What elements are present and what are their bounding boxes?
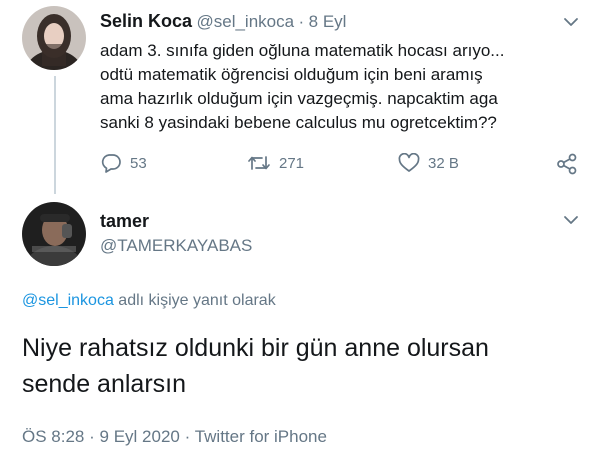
quoted-more-caret[interactable] (563, 14, 579, 30)
reply-action[interactable]: 53 (100, 153, 147, 173)
quoted-tweet-header: Selin Koca @sel_inkoca · 8 Eyl (100, 11, 346, 32)
reply-text-line: sende anlarsın (22, 370, 187, 398)
reply-tweet-text: Niye rahatsız oldunki bir gün anne olurs… (22, 330, 489, 402)
reply-more-caret[interactable] (563, 212, 579, 228)
reply-text-line: Niye rahatsız oldunki bir gün anne olurs… (22, 334, 489, 362)
heart-icon (398, 153, 420, 172)
avatar-image (22, 6, 86, 70)
retweet-action[interactable]: 271 (247, 153, 304, 173)
replying-to: @sel_inkoca adlı kişiye yanıt olarak (22, 292, 276, 310)
reply-handle[interactable]: @TAMERKAYABAS (100, 236, 252, 256)
share-action[interactable] (556, 153, 578, 180)
header-separator: · (298, 12, 305, 31)
reply-display-name[interactable]: tamer (100, 211, 149, 232)
thread-line (54, 76, 56, 194)
quoted-date[interactable]: 8 Eyl (309, 12, 347, 31)
reply-to-suffix: adlı kişiye yanıt olarak (118, 292, 276, 309)
quoted-tweet-text: adam 3. sınıfa giden oğluna matematik ho… (100, 39, 504, 135)
avatar-selin[interactable] (22, 6, 86, 70)
share-icon (557, 153, 577, 175)
chevron-down-icon (564, 18, 578, 26)
quoted-display-name[interactable]: Selin Koca (100, 11, 192, 31)
quoted-text-line: adam 3. sınıfa giden oğluna matematik ho… (100, 41, 505, 60)
tweet-source[interactable]: Twitter for iPhone (195, 427, 327, 446)
tweet-date[interactable]: 9 Eyl 2020 (100, 427, 180, 446)
chevron-down-icon (564, 216, 578, 224)
reply-count: 53 (130, 154, 147, 172)
like-count: 32 B (428, 154, 459, 172)
quoted-handle[interactable]: @sel_inkoca (196, 12, 294, 31)
avatar-tamer[interactable] (22, 202, 86, 266)
tweet-metadata: ÖS 8:28 · 9 Eyl 2020 · Twitter for iPhon… (22, 427, 327, 447)
quoted-text-line: ama hazırlık olduğum için vazgeçmiş. nap… (100, 89, 498, 108)
reply-bubble-icon (101, 154, 121, 173)
retweet-count: 271 (279, 154, 305, 172)
meta-separator: · (184, 427, 191, 446)
tweet-time[interactable]: ÖS 8:28 (22, 427, 84, 446)
quoted-text-line: odtü matematik öğrencisi olduğum için be… (100, 65, 483, 84)
like-action[interactable]: 32 B (398, 153, 459, 173)
meta-separator: · (89, 427, 95, 446)
reply-to-handle-link[interactable]: @sel_inkoca (22, 292, 114, 309)
avatar-image (22, 202, 86, 266)
quoted-text-line: sanki 8 yasindaki bebene calculus mu ogr… (100, 113, 497, 132)
retweet-icon (248, 156, 270, 170)
